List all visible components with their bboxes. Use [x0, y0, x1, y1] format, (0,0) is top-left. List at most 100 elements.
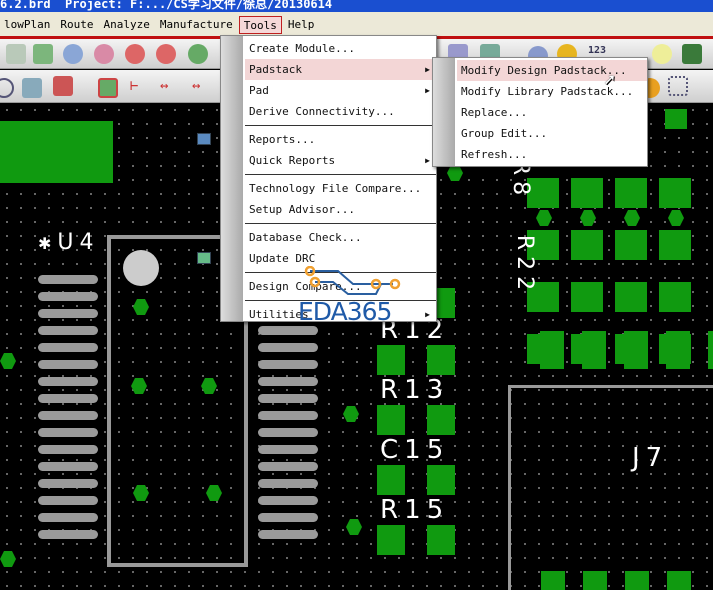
smd-pad [258, 479, 318, 488]
copper-shape [0, 121, 113, 183]
menu-tools[interactable]: Tools [238, 15, 282, 34]
shape-icon[interactable] [22, 78, 42, 98]
submenu-arrow-icon: ▶ [425, 65, 430, 74]
menu-analyze[interactable]: Analyze [99, 16, 153, 34]
menu-item-create-module[interactable]: Create Module... [221, 38, 436, 59]
smd-pad [258, 530, 318, 539]
smd-pad [258, 496, 318, 505]
smd-pad [38, 343, 98, 352]
eda365-watermark: EDA365 [298, 265, 413, 326]
menu-item-database-check[interactable]: Database Check... [221, 227, 436, 248]
menu-item-technology-file-compare[interactable]: Technology File Compare... [221, 178, 436, 199]
refdes-r22: R22 [512, 234, 538, 297]
zoom-in-icon[interactable] [125, 44, 145, 64]
grid-dots-icon[interactable] [668, 76, 688, 96]
via [536, 210, 552, 226]
smd-pad [38, 326, 98, 335]
via [0, 551, 16, 567]
via [447, 165, 463, 181]
dimension-linear-icon[interactable]: ↔ [160, 78, 180, 98]
connector-pad [540, 331, 564, 369]
resistor-pad [427, 405, 455, 435]
smd-pad [38, 394, 98, 403]
menu-floorplan[interactable]: lowPlan [0, 16, 54, 34]
zoom-out-icon[interactable] [156, 44, 176, 64]
connector-pad [615, 230, 647, 260]
eda365-text: EDA365 [298, 297, 392, 326]
zoom-previous-icon[interactable] [188, 44, 208, 64]
submenu-arrow-icon: ▶ [425, 310, 430, 319]
drc-icon [197, 252, 211, 264]
smd-pad [38, 309, 98, 318]
delete-icon[interactable] [53, 76, 73, 96]
smd-pad [38, 462, 98, 471]
smd-pad [38, 513, 98, 522]
smd-pad [38, 360, 98, 369]
refdes-c15: C15 [380, 435, 450, 465]
zoom-window-icon[interactable] [94, 44, 114, 64]
via [668, 210, 684, 226]
connector-pad [615, 282, 647, 312]
smd-pad [258, 326, 318, 335]
smd-pad [38, 530, 98, 539]
smd-pad [258, 394, 318, 403]
connector-pad [708, 331, 713, 369]
menu-item-modify-design-padstack[interactable]: Modify Design Padstack... [457, 60, 647, 81]
smd-pad [38, 496, 98, 505]
pin1-marker [123, 250, 159, 286]
smd-pad [258, 428, 318, 437]
count-button[interactable]: 123 [588, 45, 606, 56]
refdes-r15: R15 [380, 495, 450, 525]
menu-item-padstack[interactable]: Padstack ▶ [245, 59, 436, 80]
menu-route[interactable]: Route [56, 16, 97, 34]
grid-icon[interactable] [6, 44, 26, 64]
menu-item-derive-connectivity[interactable]: Derive Connectivity... [221, 101, 436, 122]
label: Create Module... [249, 42, 355, 55]
refdes-r13: R13 [380, 375, 450, 405]
smd-pad [258, 343, 318, 352]
connector-outline [508, 385, 713, 590]
resistor-pad [377, 465, 405, 495]
zoom-fit-icon[interactable] [63, 44, 83, 64]
bars-icon[interactable] [682, 44, 702, 64]
menu-item-replace[interactable]: Replace... [433, 102, 647, 123]
via [580, 210, 596, 226]
resistor-pad [377, 405, 405, 435]
resistor-pad [377, 525, 405, 555]
menu-help[interactable]: Help [284, 16, 319, 34]
connector-pad [571, 230, 603, 260]
via [346, 519, 362, 535]
smd-pad [38, 411, 98, 420]
resistor-pad [427, 525, 455, 555]
mouse-cursor-icon: ➚ [604, 70, 615, 91]
menu-item-refresh[interactable]: Refresh... [433, 144, 647, 165]
separator [245, 223, 436, 225]
resistor-pad [427, 465, 455, 495]
label: Pad [249, 84, 269, 97]
menu-item-pad[interactable]: Pad ▶ [221, 80, 436, 101]
submenu-arrow-icon: ▶ [425, 156, 430, 165]
smd-pad [258, 462, 318, 471]
light-icon[interactable] [652, 44, 672, 64]
menu-item-quick-reports[interactable]: Quick Reports ▶ [221, 150, 436, 171]
circle-icon[interactable] [0, 78, 14, 98]
pad [665, 109, 687, 129]
via [343, 406, 359, 422]
connector-pad [571, 178, 603, 208]
resistor-pad [427, 345, 455, 375]
menu-item-reports[interactable]: Reports... [197, 129, 436, 150]
smd-pad [258, 513, 318, 522]
label: Technology File Compare... [249, 182, 422, 195]
menu-manufacture[interactable]: Manufacture [156, 16, 237, 34]
label: Update DRC [249, 252, 316, 265]
component-icon[interactable] [98, 78, 118, 98]
connector-pad [666, 331, 690, 369]
connector-pad [659, 230, 691, 260]
dimension-datum-icon[interactable]: ↔ [192, 78, 212, 98]
label: Setup Advisor... [249, 203, 355, 216]
grid-icon[interactable] [33, 44, 53, 64]
menu-item-setup-advisor[interactable]: Setup Advisor... [221, 199, 436, 220]
via [624, 210, 640, 226]
dimension-icon[interactable]: ⊢ [130, 78, 150, 98]
menu-item-group-edit[interactable]: Group Edit... [433, 123, 647, 144]
